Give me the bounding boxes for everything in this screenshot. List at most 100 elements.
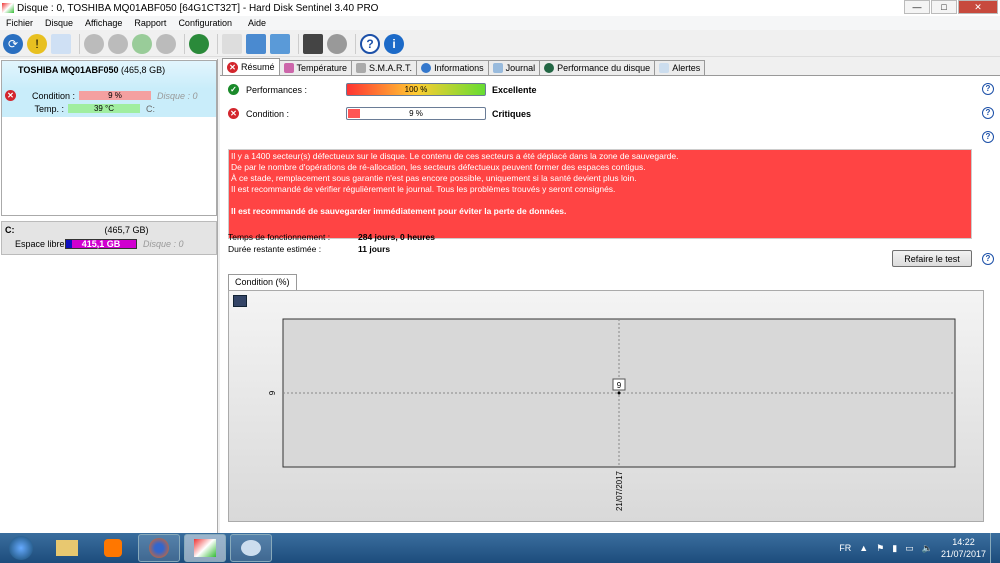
error-icon: ✕ [228, 108, 239, 119]
volume-size: (465,7 GB) [104, 225, 149, 235]
close-button[interactable]: ✕ [958, 0, 998, 14]
retest-button[interactable]: Refaire le test [892, 250, 972, 267]
menu-aide[interactable]: Aide [242, 16, 272, 30]
help-icon[interactable]: ? [982, 253, 994, 265]
settings-icon[interactable] [303, 33, 323, 54]
remaining-value: 11 jours [358, 244, 391, 254]
volume-icon[interactable]: 🔈 [922, 543, 933, 554]
disk-list-panel: TOSHIBA MQ01ABF050 (465,8 GB) ✕ Conditio… [0, 59, 218, 533]
sound-icon[interactable] [327, 33, 347, 54]
clock[interactable]: 14:22 21/07/2017 [941, 536, 986, 560]
summary-panel: ✓ Performances : 100 % Excellente ? ✕ Co… [220, 75, 1000, 533]
disk-check-icon[interactable] [132, 33, 152, 54]
title-bar: Disque : 0, TOSHIBA MQ01ABF050 [64G1CT32… [0, 0, 1000, 16]
tab-resume[interactable]: ✕ Résumé [222, 58, 280, 75]
minimize-button[interactable]: — [904, 0, 930, 14]
tab-temperature[interactable]: Température [278, 60, 353, 75]
menu-fichier[interactable]: Fichier [0, 16, 39, 30]
tab-alertes[interactable]: Alertes [654, 60, 706, 75]
paint-icon[interactable] [230, 534, 272, 562]
main-panel: ✕ Résumé Température S.M.A.R.T. Informati… [220, 58, 1000, 533]
info-icon [421, 63, 432, 73]
info-icon[interactable]: i [384, 33, 404, 54]
disk-search-icon[interactable] [156, 33, 176, 54]
thermometer-icon [283, 63, 294, 73]
condition-label: Condition : [246, 108, 290, 119]
error-icon: ✕ [5, 90, 16, 101]
taskbar: FR ▲ ⚑ ▮ ▭ 🔈 14:22 21/07/2017 [0, 533, 1000, 563]
disk-size: (465,8 GB) [121, 65, 166, 75]
volume-letter: C: [5, 225, 15, 235]
condition-bar: 9 % [79, 91, 151, 100]
tab-journal[interactable]: Journal [487, 60, 541, 75]
tab-smart[interactable]: S.M.A.R.T. [351, 60, 418, 75]
condition-bar: 9 % [346, 107, 486, 120]
free-space-label: Espace libre [15, 239, 65, 249]
hard-disk-sentinel-icon[interactable] [184, 534, 226, 562]
show-hidden-icons[interactable]: ▲ [859, 543, 868, 553]
disk-icon[interactable] [51, 33, 71, 54]
warning-icon[interactable]: ! [27, 33, 47, 54]
toolbar: ⟳ ! ? i [0, 31, 1000, 57]
y-tick-label: 9 [268, 390, 277, 395]
data-point [617, 391, 621, 395]
performance-status: Excellente [492, 84, 537, 95]
alert-doc-icon [659, 63, 670, 73]
disk-item[interactable]: TOSHIBA MQ01ABF050 (465,8 GB) ✕ Conditio… [1, 60, 217, 216]
tab-informations[interactable]: Informations [416, 60, 489, 75]
chart-tab-condition[interactable]: Condition (%) [228, 274, 297, 290]
alert-message: Il y a 1400 secteur(s) défectueux sur le… [228, 149, 972, 239]
menu-bar: Fichier Disque Affichage Rapport Configu… [0, 16, 1000, 30]
report-icon[interactable] [222, 33, 242, 54]
app-icon [2, 3, 14, 13]
free-space-bar: 415,1 GB [65, 239, 137, 249]
disk-name: TOSHIBA MQ01ABF050 [18, 65, 119, 75]
send-report-icon[interactable] [246, 33, 266, 54]
menu-rapport[interactable]: Rapport [128, 16, 172, 30]
remaining-label: Durée restante estimée : [228, 244, 322, 254]
computer-icon[interactable] [270, 33, 290, 54]
menu-disque[interactable]: Disque [39, 16, 79, 30]
help-icon[interactable]: ? [982, 83, 994, 95]
disk-index: Disque : 0 [157, 90, 198, 101]
data-label: 9 [617, 381, 622, 390]
drive-letter: C: [146, 103, 155, 114]
disk-test-icon[interactable] [84, 33, 104, 54]
error-icon: ✕ [227, 61, 238, 73]
language-indicator[interactable]: FR [839, 543, 851, 553]
temp-bar: 39 °C [68, 104, 140, 113]
help-icon[interactable]: ? [982, 131, 994, 143]
menu-configuration[interactable]: Configuration [172, 16, 238, 30]
start-button[interactable] [0, 534, 42, 562]
media-player-icon[interactable] [92, 534, 134, 562]
x-tick-label: 21/07/2017 [615, 470, 624, 511]
disk-timer-icon[interactable] [108, 33, 128, 54]
ok-icon: ✓ [228, 84, 239, 95]
volume-disk-index: Disque : 0 [143, 239, 184, 249]
refresh-icon[interactable]: ⟳ [3, 33, 23, 54]
help-icon[interactable]: ? [360, 33, 380, 54]
network-icon[interactable] [189, 33, 209, 54]
show-desktop-button[interactable] [990, 533, 1000, 563]
network-icon[interactable]: ▭ [905, 543, 914, 554]
help-icon[interactable]: ? [982, 107, 994, 119]
condition-label: Condition : [31, 90, 75, 101]
maximize-button[interactable]: □ [931, 0, 957, 14]
journal-icon [492, 63, 503, 73]
uptime-value: 284 jours, 0 heures [358, 232, 436, 242]
temp-label: Temp. : [34, 103, 64, 114]
gauge-icon [544, 63, 555, 73]
performance-bar: 100 % [346, 83, 486, 96]
uptime-label: Temps de fonctionnement : [228, 232, 331, 242]
firefox-icon[interactable] [138, 534, 180, 562]
window-title: Disque : 0, TOSHIBA MQ01ABF050 [64G1CT32… [17, 2, 379, 14]
volume-item[interactable]: C: (465,7 GB) Espace libre 415,1 GB Disqu… [1, 221, 217, 255]
power-icon[interactable]: ▮ [892, 543, 897, 554]
smart-icon [356, 63, 367, 73]
explorer-icon[interactable] [46, 534, 88, 562]
action-center-flag-icon[interactable]: ⚑ [876, 543, 884, 554]
menu-affichage[interactable]: Affichage [79, 16, 128, 30]
tab-performance[interactable]: Performance du disque [539, 60, 656, 75]
performance-label: Performances : [246, 84, 308, 95]
condition-chart: 9 21/07/2017 9 [228, 290, 984, 522]
